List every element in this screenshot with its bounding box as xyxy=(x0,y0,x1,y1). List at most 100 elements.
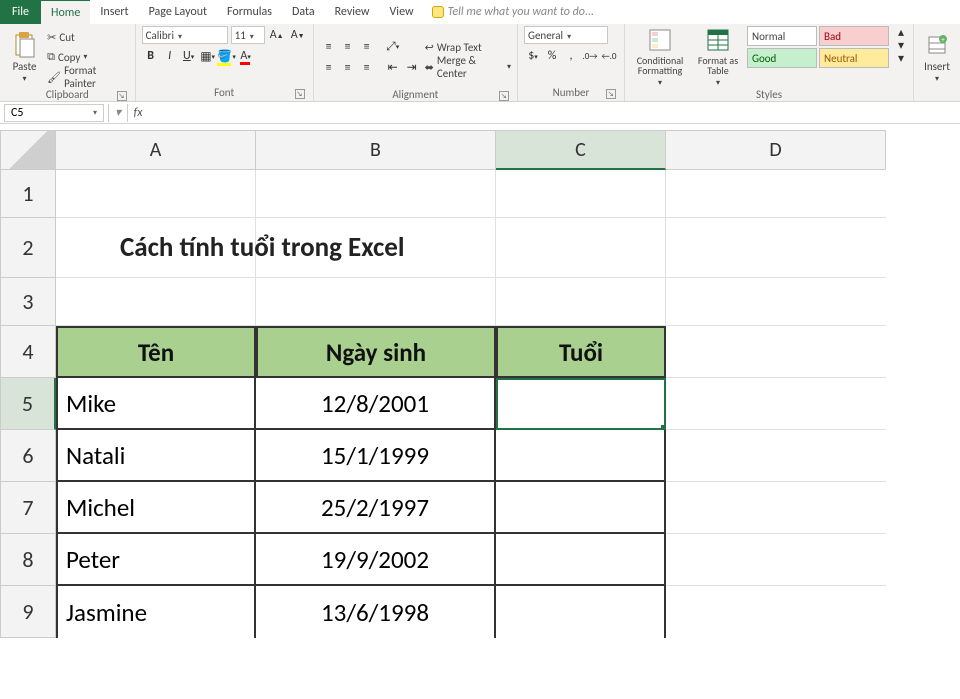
row-header-9[interactable]: 9 xyxy=(0,586,56,638)
cell-D9[interactable] xyxy=(666,586,886,638)
decrease-decimal-button[interactable]: ←.0 xyxy=(600,47,618,65)
row-header-5[interactable]: 5 xyxy=(0,378,56,430)
cell-C9[interactable] xyxy=(496,586,666,638)
cell-B4[interactable]: Ngày sinh xyxy=(256,326,496,378)
cell-A3[interactable] xyxy=(56,278,256,326)
cell-B9[interactable]: 13/6/1998 xyxy=(256,586,496,638)
cell-D8[interactable] xyxy=(666,534,886,586)
tab-page-layout[interactable]: Page Layout xyxy=(139,0,217,24)
cell-A5[interactable]: Mike xyxy=(56,378,256,430)
increase-decimal-button[interactable]: .0→ xyxy=(581,47,599,65)
cell-B6[interactable]: 15/1/1999 xyxy=(256,430,496,482)
col-header-D[interactable]: D xyxy=(666,130,886,170)
tab-home[interactable]: Home xyxy=(41,0,90,24)
increase-indent-button[interactable]: ⇥ xyxy=(403,59,421,77)
col-header-B[interactable]: B xyxy=(256,130,496,170)
cell-C5[interactable] xyxy=(496,378,666,430)
cell-D6[interactable] xyxy=(666,430,886,482)
tab-review[interactable]: Review xyxy=(325,0,380,24)
align-top-button[interactable]: ≡ xyxy=(320,38,338,56)
cell-D1[interactable] xyxy=(666,170,886,218)
tab-file[interactable]: File xyxy=(0,0,41,24)
row-header-6[interactable]: 6 xyxy=(0,430,56,482)
percent-format-button[interactable]: % xyxy=(543,47,561,65)
cell-B8[interactable]: 19/9/2002 xyxy=(256,534,496,586)
col-header-A[interactable]: A xyxy=(56,130,256,170)
cell-C6[interactable] xyxy=(496,430,666,482)
formula-input[interactable] xyxy=(148,104,960,122)
tab-formulas[interactable]: Formulas xyxy=(217,0,282,24)
align-right-button[interactable]: ≡ xyxy=(358,59,376,77)
tab-view[interactable]: View xyxy=(380,0,424,24)
cell-C4[interactable]: Tuổi xyxy=(496,326,666,378)
row-header-2[interactable]: 2 xyxy=(0,218,56,278)
col-header-C[interactable]: C xyxy=(496,130,666,170)
cell-A7[interactable]: Michel xyxy=(56,482,256,534)
cut-button[interactable]: ✂ Cut xyxy=(47,28,129,46)
row-header-8[interactable]: 8 xyxy=(0,534,56,586)
increase-font-button[interactable]: A▲ xyxy=(268,26,286,44)
cell-A1[interactable] xyxy=(56,170,256,218)
insert-cells-button[interactable]: + Insert ▾ xyxy=(920,26,954,88)
cell-C7[interactable] xyxy=(496,482,666,534)
orientation-button[interactable]: ⤢▾ xyxy=(384,38,402,56)
row-header-3[interactable]: 3 xyxy=(0,278,56,326)
paste-button[interactable]: Paste ▾ xyxy=(6,26,43,88)
cell-A2[interactable]: Cách tính tuổi trong Excel xyxy=(56,218,256,278)
cell-D4[interactable] xyxy=(666,326,886,378)
align-middle-button[interactable]: ≡ xyxy=(339,38,357,56)
formula-dropdown-icon[interactable]: ▾ xyxy=(108,104,128,122)
gallery-more-button[interactable]: ▾ xyxy=(895,52,907,64)
cell-D3[interactable] xyxy=(666,278,886,326)
number-format-select[interactable]: General xyxy=(524,26,608,44)
format-as-table-button[interactable]: Format as Table ▾ xyxy=(693,26,743,88)
style-neutral[interactable]: Neutral xyxy=(819,48,889,68)
cell-B3[interactable] xyxy=(256,278,496,326)
cell-styles-gallery[interactable]: Normal Bad Good Neutral xyxy=(747,26,889,68)
style-normal[interactable]: Normal xyxy=(747,26,817,46)
cell-A9[interactable]: Jasmine xyxy=(56,586,256,638)
decrease-font-button[interactable]: A▼ xyxy=(289,26,307,44)
row-header-4[interactable]: 4 xyxy=(0,326,56,378)
accounting-format-button[interactable]: $▾ xyxy=(524,47,542,65)
cell-B7[interactable]: 25/2/1997 xyxy=(256,482,496,534)
align-left-button[interactable]: ≡ xyxy=(320,59,338,77)
tell-me-search[interactable]: Tell me what you want to do... xyxy=(432,5,594,19)
alignment-dialog-launcher[interactable]: ↘ xyxy=(499,91,509,101)
fx-icon[interactable]: fx xyxy=(128,104,148,122)
font-dialog-launcher[interactable]: ↘ xyxy=(295,89,305,99)
row-header-7[interactable]: 7 xyxy=(0,482,56,534)
font-name-select[interactable]: Calibri xyxy=(142,26,228,44)
style-bad[interactable]: Bad xyxy=(819,26,889,46)
gallery-down-button[interactable]: ▾ xyxy=(895,39,907,51)
number-dialog-launcher[interactable]: ↘ xyxy=(606,89,616,99)
cell-C1[interactable] xyxy=(496,170,666,218)
row-header-1[interactable]: 1 xyxy=(0,170,56,218)
comma-format-button[interactable]: , xyxy=(562,47,580,65)
cell-D2[interactable] xyxy=(666,218,886,278)
cell-D7[interactable] xyxy=(666,482,886,534)
name-box[interactable]: C5 ▾ xyxy=(4,104,104,122)
clipboard-dialog-launcher[interactable]: ↘ xyxy=(117,91,127,101)
align-bottom-button[interactable]: ≡ xyxy=(358,38,376,56)
cell-A6[interactable]: Natali xyxy=(56,430,256,482)
align-center-button[interactable]: ≡ xyxy=(339,59,357,77)
merge-center-button[interactable]: ⬌ Merge & Center ▾ xyxy=(425,58,511,76)
cell-C3[interactable] xyxy=(496,278,666,326)
bold-button[interactable]: B xyxy=(142,47,160,65)
border-button[interactable]: ▦▾ xyxy=(199,47,217,65)
cell-A8[interactable]: Peter xyxy=(56,534,256,586)
conditional-formatting-button[interactable]: Conditional Formatting ▾ xyxy=(631,26,689,88)
underline-button[interactable]: U▾ xyxy=(180,47,198,65)
cell-D5[interactable] xyxy=(666,378,886,430)
select-all-corner[interactable] xyxy=(0,130,56,170)
font-color-button[interactable]: A▾ xyxy=(237,47,255,65)
cell-B1[interactable] xyxy=(256,170,496,218)
style-good[interactable]: Good xyxy=(747,48,817,68)
decrease-indent-button[interactable]: ⇤ xyxy=(384,59,402,77)
format-painter-button[interactable]: 🖌 Format Painter xyxy=(47,68,129,86)
cell-C2[interactable] xyxy=(496,218,666,278)
cell-C8[interactable] xyxy=(496,534,666,586)
cell-A4[interactable]: Tên xyxy=(56,326,256,378)
font-size-select[interactable]: 11 xyxy=(231,26,265,44)
